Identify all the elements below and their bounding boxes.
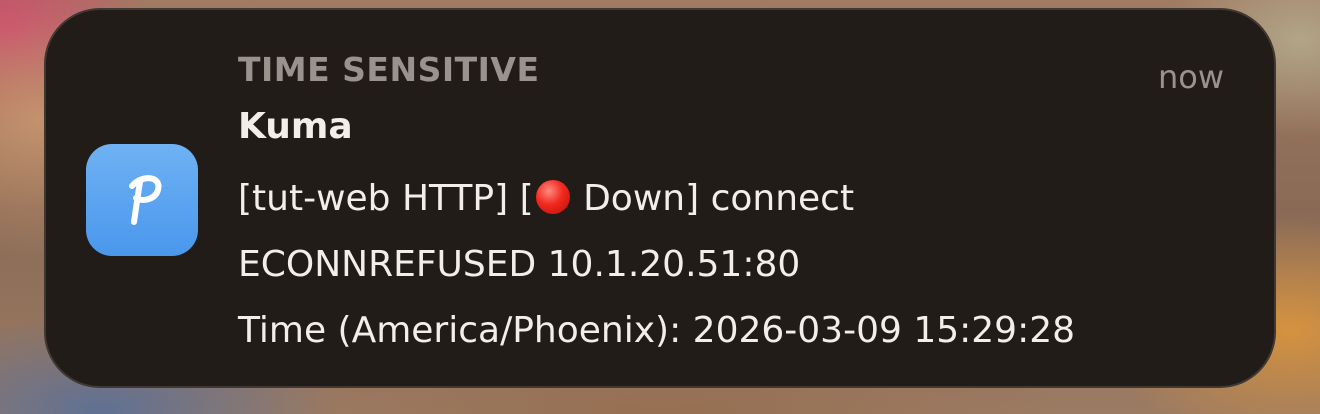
body-line-3: Time (America/Phoenix): 2026-03-09 15:29… (238, 310, 1075, 351)
notification-timestamp: now (1157, 58, 1224, 96)
red-circle-icon (535, 180, 570, 214)
body-prefix: [tut-web HTTP] [ (238, 178, 534, 219)
pushover-app-icon (86, 144, 198, 256)
body-line-1: [tut-web HTTP] [ Down] connect (238, 166, 1238, 232)
notification-title: Kuma (238, 106, 353, 147)
time-sensitive-label: TIME SENSITIVE (238, 50, 540, 89)
body-line-2: ECONNREFUSED 10.1.20.51:80 (238, 244, 801, 285)
status-text: Down] connect (571, 178, 855, 219)
notification-banner[interactable]: TIME SENSITIVE now Kuma [tut-web HTTP] [… (44, 8, 1276, 388)
notification-body: [tut-web HTTP] [ Down] connect ECONNREFU… (238, 166, 1238, 364)
